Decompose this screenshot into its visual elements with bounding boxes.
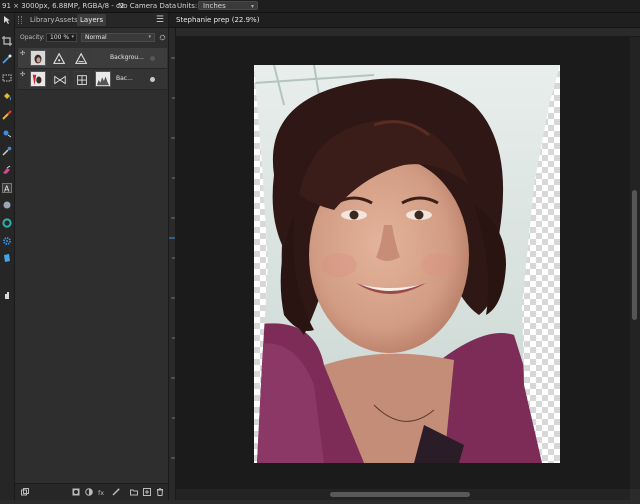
visibility-toggle-icon[interactable]: ✣ bbox=[20, 51, 25, 57]
document-canvas[interactable] bbox=[254, 65, 560, 463]
ruler-horizontal[interactable] bbox=[175, 28, 640, 43]
opacity-row: Opacity: 100 % ▾ Normal ▾ bbox=[15, 32, 168, 44]
settings-icon[interactable] bbox=[2, 236, 12, 246]
units-select[interactable]: Inches ▾ bbox=[198, 1, 258, 10]
layer-name[interactable]: Bac... bbox=[116, 69, 133, 89]
context-toolbar: 91 × 3000px, 6.88MP, RGBA/8 - c2 No Came… bbox=[0, 0, 640, 13]
camera-info: No Camera Data bbox=[118, 2, 177, 10]
clone-brush-icon[interactable] bbox=[2, 128, 12, 138]
blend-mode-value: Normal bbox=[85, 34, 107, 41]
document-tab-bar: Stephanie prep (22.9%) bbox=[169, 13, 640, 28]
ruler-ticks bbox=[169, 57, 175, 459]
studio-panel: Library Assets Layers ☰ Opacity: 100 % ▾… bbox=[15, 13, 169, 500]
live-filter-icon[interactable]: fx bbox=[98, 488, 106, 496]
adjustment-icon[interactable] bbox=[85, 488, 93, 496]
image-info: 91 × 3000px, 6.88MP, RGBA/8 - c2 bbox=[2, 2, 125, 10]
layer-thumbnail bbox=[30, 71, 46, 87]
panel-menu-icon[interactable]: ☰ bbox=[156, 14, 164, 26]
layer-visibility-dot[interactable] bbox=[150, 77, 155, 82]
tools-panel: A bbox=[0, 13, 15, 500]
paint-brush-icon[interactable] bbox=[2, 110, 12, 120]
layer-row[interactable]: ✣ Bac... bbox=[18, 69, 167, 90]
units-value: Inches bbox=[203, 2, 226, 10]
dodge-icon[interactable] bbox=[2, 200, 12, 210]
chevron-down-icon: ▾ bbox=[250, 3, 254, 10]
grid-mesh-icon bbox=[74, 71, 90, 87]
horizontal-scroll-thumb[interactable] bbox=[330, 492, 470, 497]
adjustment-triangle-icon bbox=[52, 50, 68, 66]
blend-mode-select[interactable]: Normal ▾ bbox=[81, 33, 155, 42]
hand-icon[interactable] bbox=[2, 290, 12, 300]
adjustment-bowtie-icon bbox=[52, 71, 68, 87]
layer-stack-icon[interactable] bbox=[21, 488, 29, 496]
panel-grip[interactable] bbox=[18, 16, 22, 24]
svg-text:A: A bbox=[4, 184, 10, 193]
visibility-toggle-icon[interactable]: ✣ bbox=[20, 72, 25, 78]
marquee-icon[interactable] bbox=[2, 73, 12, 83]
eyedropper-icon[interactable] bbox=[2, 146, 12, 156]
opacity-label: Opacity: bbox=[20, 34, 45, 41]
eraser-icon[interactable] bbox=[2, 165, 12, 175]
units-label: Units: bbox=[177, 2, 198, 10]
layer-name[interactable]: Backgrou... bbox=[110, 48, 144, 68]
chevron-down-icon: ▾ bbox=[148, 34, 151, 40]
portrait-photo bbox=[254, 65, 560, 463]
mask-triangle-icon bbox=[74, 50, 90, 66]
trash-icon[interactable] bbox=[156, 488, 164, 496]
move-tool-icon[interactable] bbox=[2, 15, 12, 25]
layers-footer: fx bbox=[15, 483, 168, 500]
studio-tab-bar: Library Assets Layers ☰ bbox=[15, 13, 168, 28]
opacity-value: 100 % bbox=[50, 34, 70, 41]
folder-icon[interactable] bbox=[130, 488, 138, 496]
layer-visibility-dot[interactable] bbox=[150, 56, 155, 61]
add-layer-icon[interactable] bbox=[143, 488, 151, 496]
text-tool-icon[interactable]: A bbox=[2, 183, 12, 193]
notes-icon[interactable] bbox=[2, 253, 12, 263]
ruler-vertical[interactable] bbox=[169, 28, 176, 500]
opacity-field[interactable]: 100 % ▾ bbox=[46, 33, 77, 42]
chevron-down-icon: ▾ bbox=[71, 34, 74, 40]
layer-row[interactable]: ✣ Backgrou... bbox=[18, 48, 167, 69]
layer-thumbnail bbox=[30, 50, 46, 66]
color-wheel-icon[interactable] bbox=[2, 218, 12, 228]
mask-icon[interactable] bbox=[72, 488, 80, 496]
flood-fill-icon[interactable] bbox=[2, 91, 12, 101]
svg-text:fx: fx bbox=[98, 489, 104, 496]
vertical-scroll-thumb[interactable] bbox=[632, 190, 637, 320]
brush-layer-icon[interactable] bbox=[112, 488, 120, 496]
selection-brush-icon[interactable] bbox=[2, 54, 12, 64]
crop-tool-icon[interactable] bbox=[2, 36, 12, 46]
levels-thumbnail bbox=[95, 71, 111, 87]
canvas-area[interactable] bbox=[176, 37, 630, 489]
tab-layers[interactable]: Layers bbox=[77, 14, 107, 26]
gear-icon[interactable] bbox=[159, 34, 166, 41]
document-tab[interactable]: Stephanie prep (22.9%) bbox=[176, 13, 259, 27]
